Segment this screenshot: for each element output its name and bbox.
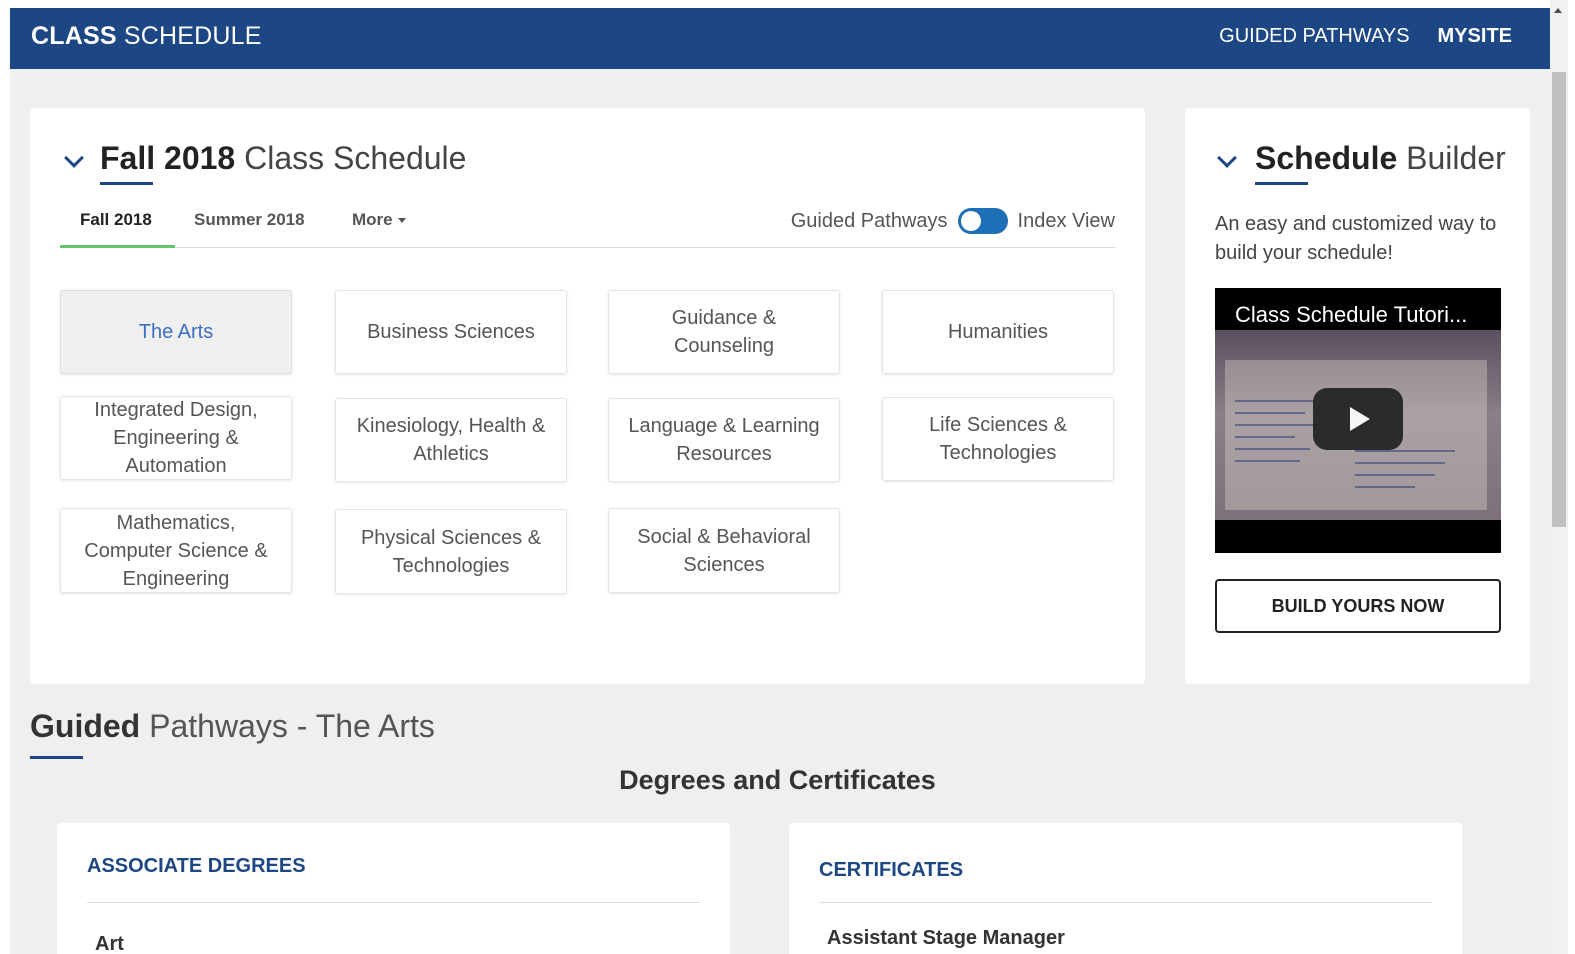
thumbnail-line — [1355, 462, 1445, 464]
associate-degrees-card: ASSOCIATE DEGREES Art — [57, 823, 730, 954]
tab-fall-2018[interactable]: Fall 2018 — [80, 206, 152, 248]
build-yours-now-button[interactable]: BUILD YOURS NOW — [1215, 579, 1501, 633]
thumbnail-line — [1355, 486, 1415, 488]
thumbnail-line — [1235, 436, 1295, 438]
tutorial-video[interactable]: Class Schedule Tutori... — [1215, 288, 1501, 553]
tile-the-arts[interactable]: The Arts — [60, 290, 292, 374]
divider — [87, 902, 700, 903]
title-underline — [100, 182, 153, 185]
degrees-certificates-heading: Degrees and Certificates — [619, 765, 936, 795]
toggle-knob — [960, 211, 981, 231]
tile-mathematics[interactable]: Mathematics, Computer Science & Engineer… — [60, 508, 292, 593]
scrollbar-thumb[interactable] — [1552, 72, 1566, 527]
collapse-chevron-icon[interactable] — [1217, 148, 1237, 168]
schedule-builder-card: Schedule Builder An easy and customized … — [1185, 108, 1530, 684]
tile-guidance-counseling[interactable]: Guidance & Counseling — [608, 290, 840, 374]
brand-logo[interactable]: CLASS SCHEDULE — [31, 22, 262, 51]
toggle-label-index: Index View — [1017, 209, 1115, 232]
title-term: Fall 2018 — [100, 140, 236, 176]
section-title: Guided Pathways - The Arts — [30, 708, 435, 745]
tile-social-behavioral[interactable]: Social & Behavioral Sciences — [608, 508, 840, 593]
builder-description: An easy and customized way to build your… — [1215, 213, 1497, 264]
view-toggle-switch[interactable] — [957, 208, 1008, 234]
toggle-label-guided: Guided Pathways — [790, 209, 948, 232]
active-tab-indicator — [60, 245, 175, 248]
degree-item-art[interactable]: Art — [95, 933, 124, 954]
brand-rest: SCHEDULE — [123, 22, 262, 50]
title-rest: Class Schedule — [244, 140, 467, 176]
tile-humanities[interactable]: Humanities — [882, 290, 1114, 374]
tile-life-sciences[interactable]: Life Sciences & Technologies — [882, 397, 1114, 481]
divider — [819, 902, 1432, 903]
tab-more[interactable]: More — [352, 206, 406, 248]
tile-language-learning[interactable]: Language & Learning Resources — [608, 398, 840, 482]
thumbnail-line — [1235, 424, 1320, 426]
class-schedule-title: Fall 2018 Class Schedule — [100, 140, 466, 177]
nav-guided-pathways[interactable]: GUIDED PATHWAYS — [1219, 25, 1409, 48]
scroll-up-arrow-icon[interactable] — [1554, 8, 1562, 13]
top-navbar: CLASS SCHEDULE GUIDED PATHWAYS MYSITE — [10, 8, 1550, 69]
certificates-card: CERTIFICATES Assistant Stage Manager — [789, 823, 1462, 954]
video-title: Class Schedule Tutori... — [1235, 302, 1468, 327]
section-title-bold: Guided — [30, 708, 141, 744]
tab-summer-2018[interactable]: Summer 2018 — [194, 206, 305, 248]
certificate-item-assistant-stage-manager[interactable]: Assistant Stage Manager — [827, 927, 1065, 950]
brand-bold: CLASS — [31, 22, 117, 50]
thumbnail-line — [1355, 474, 1435, 476]
thumbnail-line — [1355, 450, 1455, 452]
thumbnail-line — [1235, 412, 1305, 414]
tile-physical-sciences[interactable]: Physical Sciences & Technologies — [335, 509, 567, 594]
play-icon[interactable] — [1313, 388, 1403, 450]
tile-business-sciences[interactable]: Business Sciences — [335, 290, 567, 374]
thumbnail-line — [1235, 460, 1300, 462]
thumbnail-line — [1235, 448, 1310, 450]
nav-mysite[interactable]: MYSITE — [1438, 25, 1512, 48]
title-rest: Builder — [1406, 140, 1506, 176]
tab-more-label: More — [352, 210, 393, 229]
top-nav-links: GUIDED PATHWAYS MYSITE — [1219, 25, 1512, 48]
vertical-scrollbar[interactable] — [1550, 0, 1568, 954]
class-schedule-card: Fall 2018 Class Schedule Fall 2018 Summe… — [30, 108, 1145, 684]
title-underline — [1255, 182, 1308, 185]
section-title-rest: Pathways - The Arts — [149, 708, 435, 744]
title-bold: Schedule — [1255, 140, 1398, 176]
view-toggle-group: Guided Pathways Index View — [791, 208, 1115, 234]
tile-kinesiology[interactable]: Kinesiology, Health & Athletics — [335, 398, 567, 482]
associate-degrees-heading: ASSOCIATE DEGREES — [87, 855, 306, 877]
collapse-chevron-icon[interactable] — [64, 148, 84, 168]
caret-down-icon — [397, 218, 406, 224]
page-frame: CLASS SCHEDULE GUIDED PATHWAYS MYSITE Fa… — [10, 8, 1550, 954]
section-title-underline — [30, 756, 83, 759]
schedule-builder-title: Schedule Builder — [1255, 140, 1506, 177]
certificates-heading: CERTIFICATES — [819, 859, 964, 881]
thumbnail-line — [1235, 400, 1315, 402]
tile-integrated-design[interactable]: Integrated Design, Engineering & Automat… — [60, 396, 292, 480]
